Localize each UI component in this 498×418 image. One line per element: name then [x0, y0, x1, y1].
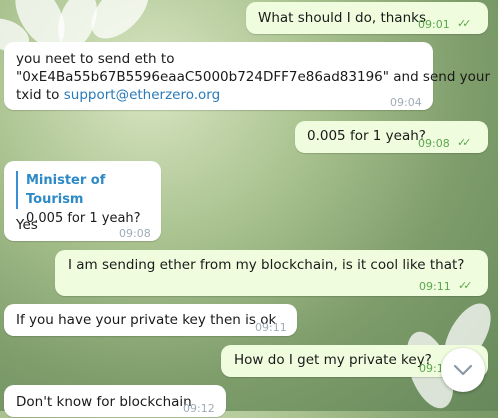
message-time: 09:08 — [119, 227, 151, 240]
message-time: 09:04 — [390, 96, 422, 109]
message-text: "0xE4Ba55b67B5596eaaC5000b724DFF7e86ad83… — [16, 69, 491, 85]
message-text: I am sending ether from my blockchain, i… — [68, 257, 465, 273]
message-text: you neet to send eth to — [16, 51, 175, 67]
message-text: Don't know for blockchain — [16, 394, 192, 410]
message-time: 09:11 — [255, 321, 287, 334]
message-time: 09:1 — [419, 362, 444, 375]
email-link[interactable]: support@etherzero.org — [64, 87, 220, 103]
double-check-icon: ✓✓ — [457, 136, 472, 149]
message-text: What should I do, thanks — [258, 10, 426, 26]
quote-author: Minister of Tourism — [26, 173, 106, 207]
message-time: 09:08 — [418, 137, 450, 150]
chat-area: What should I do, thanks 09:01 ✓✓ you ne… — [0, 0, 498, 417]
quoted-message[interactable]: Minister of Tourism 0.005 for 1 yeah? — [16, 171, 161, 226]
message-incoming[interactable]: you neet to send eth to "0xE4Ba55b67B559… — [4, 42, 490, 110]
message-outgoing[interactable]: What should I do, thanks 09:01 ✓✓ — [246, 2, 488, 34]
message-text: Yes — [16, 217, 38, 233]
message-time: 09:12 — [183, 402, 215, 415]
message-time: 09:11 — [419, 280, 451, 293]
message-text: How do I get my private key? — [234, 352, 432, 368]
message-time: 09:01 — [418, 18, 450, 31]
scroll-to-bottom-button[interactable] — [441, 348, 485, 392]
message-outgoing[interactable]: 0.005 for 1 yeah? 09:08 ✓✓ — [295, 121, 488, 153]
double-check-icon: ✓✓ — [457, 17, 472, 30]
message-text: If you have your private key then is ok — [16, 312, 277, 328]
message-incoming[interactable]: If you have your private key then is ok … — [4, 304, 297, 336]
message-outgoing[interactable]: I am sending ether from my blockchain, i… — [55, 250, 488, 296]
message-text: txid to support@etherzero.org — [16, 87, 221, 103]
chevron-down-icon — [453, 364, 473, 376]
double-check-icon: ✓✓ — [458, 279, 473, 292]
message-text: 0.005 for 1 yeah? — [307, 128, 426, 144]
message-incoming-reply[interactable]: Minister of Tourism 0.005 for 1 yeah? Ye… — [4, 161, 161, 241]
message-incoming[interactable]: Don't know for blockchain 09:12 — [4, 385, 226, 417]
